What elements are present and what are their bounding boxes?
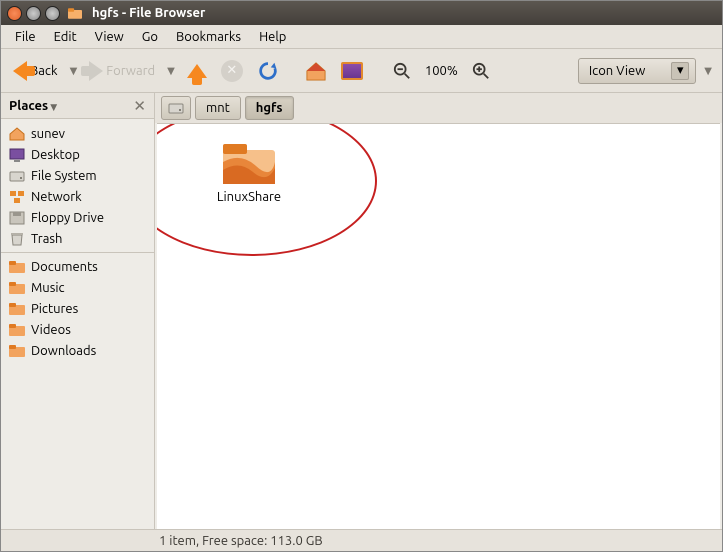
home-icon	[9, 127, 25, 141]
menu-help[interactable]: Help	[251, 28, 294, 46]
menu-file[interactable]: File	[7, 28, 44, 46]
zoom-out-icon	[393, 62, 411, 80]
sidebar-item-filesystem[interactable]: File System	[1, 165, 154, 186]
home-button[interactable]	[301, 58, 331, 84]
sidebar-item-label: Network	[31, 190, 82, 204]
view-mode-select[interactable]: Icon View ▾	[578, 58, 696, 84]
file-item-linuxshare[interactable]: LinuxShare	[199, 142, 299, 204]
titlebar: hgfs - File Browser	[1, 1, 722, 25]
sidebar-item-trash[interactable]: Trash	[1, 228, 154, 249]
sidebar-item-label: Trash	[31, 232, 62, 246]
forward-button[interactable]: Forward	[85, 58, 159, 84]
file-item-label: LinuxShare	[199, 190, 299, 204]
trash-icon	[9, 232, 25, 246]
up-arrow-icon	[187, 64, 207, 78]
window-close-button[interactable]	[7, 6, 22, 21]
home-icon	[305, 61, 327, 81]
app-folder-icon	[68, 8, 82, 19]
computer-button[interactable]	[337, 59, 367, 83]
folder-icon	[221, 142, 277, 186]
folder-icon	[9, 344, 25, 358]
window-title: hgfs - File Browser	[92, 6, 205, 20]
sidebar-item-label: Documents	[31, 260, 98, 274]
path-segment-label: mnt	[206, 101, 230, 115]
toolbar-overflow-dropdown[interactable]: ▼	[702, 65, 714, 77]
computer-icon	[341, 62, 363, 80]
sidebar-item-pictures[interactable]: Pictures	[1, 298, 154, 319]
path-segment-root[interactable]	[161, 96, 191, 120]
sidebar-item-label: sunev	[31, 127, 65, 141]
toolbar: Back ▼ Forward ▼ ✕	[1, 49, 722, 93]
zoom-out-button[interactable]	[389, 59, 415, 83]
zoom-in-button[interactable]	[468, 59, 494, 83]
chevron-down-icon: ▾	[671, 62, 689, 80]
path-segment-mnt[interactable]: mnt	[195, 96, 241, 120]
forward-label: Forward	[106, 64, 155, 78]
window-maximize-button[interactable]	[45, 6, 60, 21]
path-segment-label: hgfs	[256, 101, 283, 115]
sidebar-item-network[interactable]: Network	[1, 186, 154, 207]
view-mode-label: Icon View	[589, 64, 645, 78]
sidebar-header[interactable]: Places ✕	[1, 93, 154, 119]
zoom-in-icon	[472, 62, 490, 80]
sidebar-item-desktop[interactable]: Desktop	[1, 144, 154, 165]
sidebar-item-floppy[interactable]: Floppy Drive	[1, 207, 154, 228]
back-arrow-icon	[13, 61, 27, 81]
menubar: File Edit View Go Bookmarks Help	[1, 25, 722, 49]
reload-button[interactable]	[253, 57, 283, 85]
sidebar-item-documents[interactable]: Documents	[1, 256, 154, 277]
sidebar-item-label: Floppy Drive	[31, 211, 104, 225]
up-button[interactable]	[183, 61, 211, 81]
sidebar-item-label: Videos	[31, 323, 71, 337]
sidebar: Places ✕ sunev Desktop File System Netwo…	[1, 93, 155, 529]
disk-icon	[168, 101, 184, 115]
menu-bookmarks[interactable]: Bookmarks	[168, 28, 249, 46]
sidebar-item-videos[interactable]: Videos	[1, 319, 154, 340]
sidebar-separator	[1, 252, 154, 253]
zoom-level-label: 100%	[421, 64, 462, 78]
forward-arrow-icon	[89, 61, 103, 81]
sidebar-item-label: Desktop	[31, 148, 80, 162]
status-text: 1 item, Free space: 113.0 GB	[159, 534, 323, 548]
menu-view[interactable]: View	[87, 28, 132, 46]
folder-icon	[9, 323, 25, 337]
floppy-icon	[9, 211, 25, 225]
pathbar: mnt hgfs	[155, 93, 722, 123]
sidebar-item-label: Pictures	[31, 302, 78, 316]
sidebar-header-label: Places	[9, 99, 57, 113]
desktop-icon	[9, 148, 25, 162]
menu-go[interactable]: Go	[134, 28, 166, 46]
back-button[interactable]: Back	[9, 58, 62, 84]
sidebar-item-home[interactable]: sunev	[1, 123, 154, 144]
sidebar-item-music[interactable]: Music	[1, 277, 154, 298]
sidebar-item-label: Music	[31, 281, 65, 295]
content-area: mnt hgfs LinuxShare	[155, 93, 722, 529]
path-segment-hgfs[interactable]: hgfs	[245, 96, 294, 120]
forward-history-dropdown[interactable]: ▼	[165, 65, 177, 77]
folder-icon	[9, 260, 25, 274]
sidebar-item-label: Downloads	[31, 344, 96, 358]
statusbar: 1 item, Free space: 113.0 GB	[1, 529, 722, 551]
sidebar-item-label: File System	[31, 169, 97, 183]
sidebar-list: sunev Desktop File System Network Floppy…	[1, 119, 154, 529]
network-icon	[9, 190, 25, 204]
stop-button[interactable]: ✕	[217, 57, 247, 85]
stop-icon: ✕	[221, 60, 243, 82]
folder-icon	[9, 281, 25, 295]
sidebar-close-icon[interactable]: ✕	[133, 97, 146, 115]
window-minimize-button[interactable]	[26, 6, 41, 21]
reload-icon	[257, 60, 279, 82]
folder-icon	[9, 302, 25, 316]
back-history-dropdown[interactable]: ▼	[68, 65, 80, 77]
disk-icon	[9, 169, 25, 183]
menu-edit[interactable]: Edit	[46, 28, 85, 46]
file-area[interactable]: LinuxShare	[157, 123, 720, 529]
sidebar-item-downloads[interactable]: Downloads	[1, 340, 154, 361]
